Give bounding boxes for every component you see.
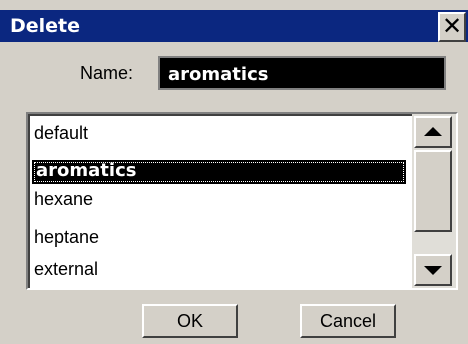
list-item[interactable]: external	[34, 258, 98, 280]
name-field[interactable]: aromatics	[158, 56, 446, 90]
title-bar: Delete	[0, 10, 468, 42]
dialog-body: Name: aromatics default aromatics hexane…	[0, 42, 468, 344]
list-item[interactable]: hexane	[34, 188, 93, 210]
arrow-up-icon	[424, 127, 442, 136]
list-item-selected[interactable]: aromatics	[32, 160, 406, 184]
close-icon: ✕	[441, 12, 463, 40]
list-item[interactable]: default	[34, 122, 88, 144]
close-button[interactable]: ✕	[438, 12, 466, 42]
list-item[interactable]: heptane	[34, 226, 99, 248]
name-label: Name:	[80, 63, 134, 83]
item-listbox[interactable]: default aromatics hexane heptane externa…	[26, 112, 458, 290]
cancel-button[interactable]: Cancel	[300, 304, 396, 338]
ok-button[interactable]: OK	[142, 304, 238, 338]
arrow-down-icon	[424, 266, 442, 275]
scroll-up-button[interactable]	[414, 116, 452, 148]
vertical-scrollbar[interactable]	[412, 114, 456, 288]
scroll-thumb[interactable]	[414, 150, 452, 232]
list-area: default aromatics hexane heptane externa…	[28, 114, 412, 288]
background-strip	[0, 0, 468, 10]
window-title: Delete	[10, 15, 81, 37]
scroll-down-button[interactable]	[414, 254, 452, 286]
